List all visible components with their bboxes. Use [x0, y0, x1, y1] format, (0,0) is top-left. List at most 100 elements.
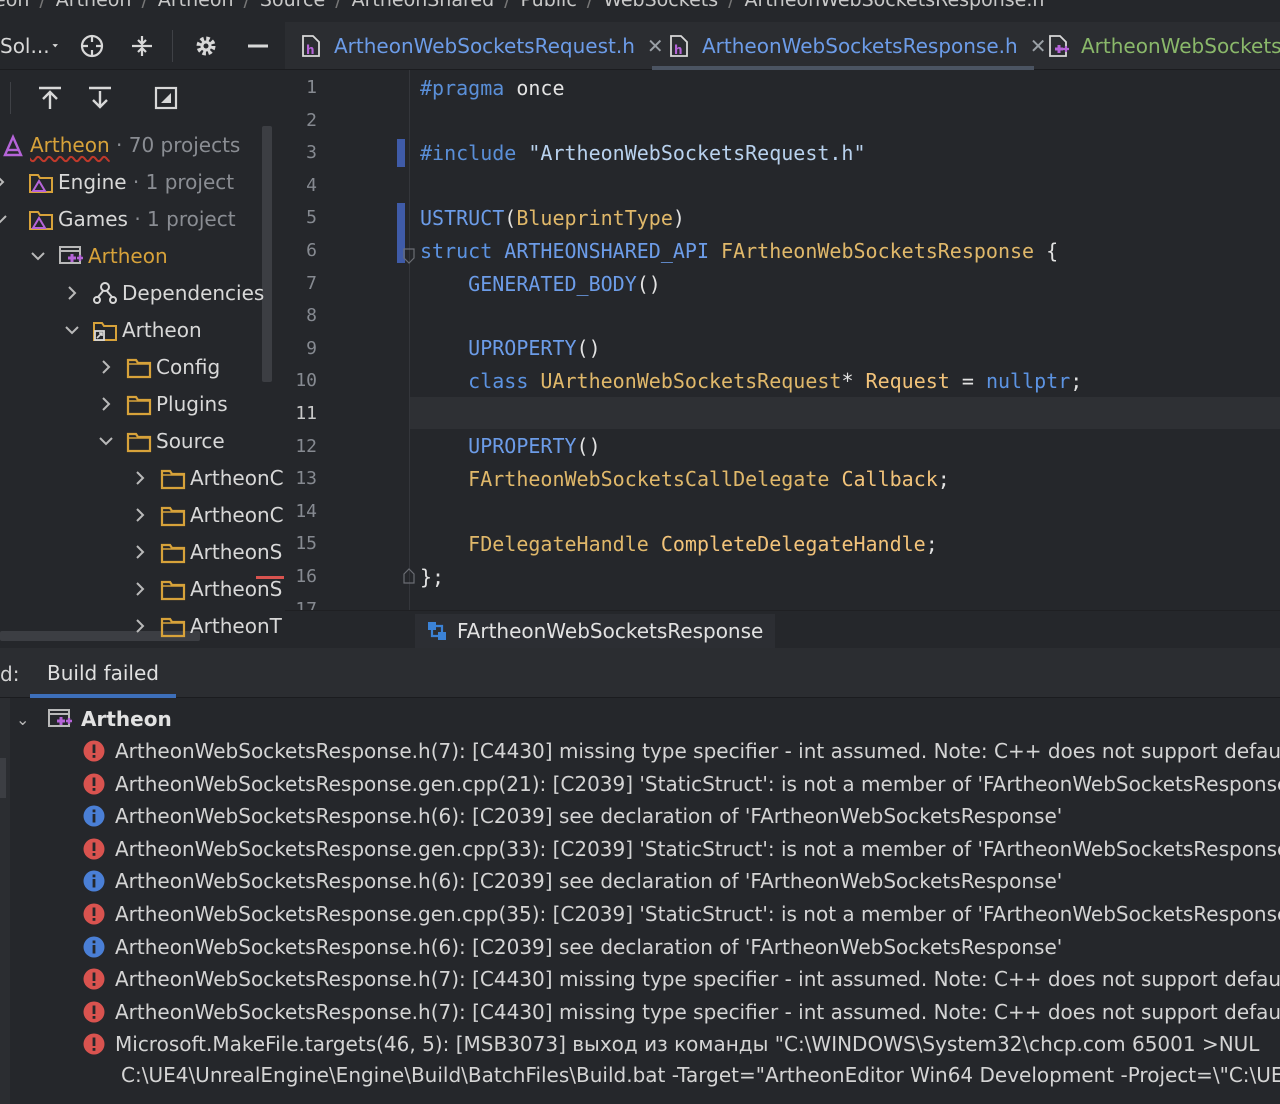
breadcrumb-item[interactable]: Artheon: [56, 0, 132, 11]
line-number: 2: [306, 109, 317, 131]
error-icon: [83, 773, 105, 795]
build-output-tree[interactable]: ⌄ Artheon ArtheonWebSocketsResponse.h(7)…: [0, 698, 1280, 1104]
fold-icon[interactable]: [403, 248, 415, 264]
chevron-right-icon[interactable]: [62, 283, 82, 303]
cpp-project-icon: [58, 243, 84, 269]
tree-item-config[interactable]: Config: [0, 348, 285, 385]
crosshair-icon[interactable]: [76, 30, 108, 62]
header-file-icon: [1047, 34, 1071, 58]
chevron-down-icon[interactable]: ⌄: [16, 710, 29, 729]
collapse-icon[interactable]: [126, 30, 158, 62]
tree-item-plugins[interactable]: Plugins: [0, 385, 285, 422]
tab-artheonwebsocketsrequest-h[interactable]: h ArtheonWebSocketsRequest.h ✕: [300, 22, 664, 69]
breadcrumb-separator: /: [335, 0, 342, 11]
tree-item-label: Plugins: [156, 391, 228, 416]
file-breadcrumb-bar: eon / Artheon / Artheon / Source / ArtheonShared…: [0, 0, 1280, 22]
tree-item-artheonc[interactable]: ArtheonC: [0, 496, 285, 533]
solution-tree[interactable]: Artheon · 70 projects Engine · 1 project G…: [0, 126, 285, 648]
build-message[interactable]: ArtheonWebSocketsResponse.gen.cpp(33): […: [0, 833, 1280, 865]
chevron-right-icon[interactable]: [130, 579, 150, 599]
error-icon: [83, 903, 105, 925]
tree-item-engine[interactable]: Engine · 1 project: [0, 163, 285, 200]
upload-arrow-icon[interactable]: [34, 82, 66, 114]
tab-artheonwebsocketsresponse-h[interactable]: h ArtheonWebSocketsResponse.h ✕: [668, 22, 1047, 69]
chevron-down-icon[interactable]: [96, 431, 116, 451]
build-message-text: ArtheonWebSocketsResponse.h(6): [C2039] …: [115, 804, 1063, 829]
solution-dropdown[interactable]: Sol...: [0, 30, 58, 62]
gear-icon[interactable]: [190, 30, 222, 62]
breadcrumb-item[interactable]: Source: [260, 0, 325, 11]
build-message-text: Microsoft.MakeFile.targets(46, 5): [MSB3…: [115, 1032, 1260, 1057]
tree-item-label: Source: [156, 428, 225, 453]
tree-item-artheons[interactable]: ArtheonS: [0, 533, 285, 570]
chevron-down-icon[interactable]: [28, 246, 48, 266]
minus-icon[interactable]: [242, 30, 274, 62]
tree-item-artheon[interactable]: Artheon: [0, 237, 285, 274]
info-icon: [83, 805, 105, 827]
caret-down-icon: [52, 44, 58, 48]
folder-link-icon: [92, 317, 118, 343]
code-line-5: USTRUCT(BlueprintType): [420, 206, 685, 230]
tab-artheonwebsocketsr[interactable]: ArtheonWebSocketsR: [1047, 22, 1280, 69]
tree-item-label: Artheon: [30, 132, 110, 157]
chevron-down-icon[interactable]: [62, 320, 82, 340]
build-message[interactable]: ArtheonWebSocketsResponse.h(7): [C4430] …: [0, 996, 1280, 1028]
close-icon[interactable]: ✕: [647, 34, 664, 58]
line-number: 13: [295, 468, 317, 490]
build-message[interactable]: ArtheonWebSocketsResponse.gen.cpp(35): […: [0, 898, 1280, 930]
download-arrow-icon[interactable]: [84, 82, 116, 114]
tree-item-artheonc[interactable]: ArtheonC: [0, 459, 285, 496]
code-line-16: };: [420, 565, 445, 589]
build-message[interactable]: Microsoft.MakeFile.targets(46, 5): [MSB3…: [0, 1028, 1280, 1060]
close-icon[interactable]: ✕: [1030, 34, 1047, 58]
build-message-text: ArtheonWebSocketsResponse.h(7): [C4430] …: [115, 999, 1280, 1024]
folder-icon: [160, 539, 186, 565]
chevron-right-icon[interactable]: [96, 357, 116, 377]
tree-item-artheont[interactable]: ArtheonT: [0, 607, 285, 644]
breadcrumb-item[interactable]: ArtheonShared: [352, 0, 495, 11]
breadcrumb-item[interactable]: Public: [521, 0, 577, 11]
tree-item-source[interactable]: Source: [0, 422, 285, 459]
change-marker: [397, 139, 405, 167]
build-root-artheon[interactable]: ⌄ Artheon: [0, 703, 1280, 735]
code-line-7: GENERATED_BODY(): [420, 272, 661, 296]
tree-item-games[interactable]: Games · 1 project: [0, 200, 285, 237]
code-line-6: struct ARTHEONSHARED_API FArtheonWebSock…: [420, 239, 1059, 263]
breadcrumb-item[interactable]: WebSockets: [603, 0, 718, 11]
build-message[interactable]: ArtheonWebSocketsResponse.h(6): [C2039] …: [0, 931, 1280, 963]
folder-icon: [126, 391, 152, 417]
breadcrumb-item[interactable]: Artheon: [158, 0, 234, 11]
tree-item-artheon[interactable]: Artheon · 70 projects: [0, 126, 285, 163]
code-line-3: #include "ArtheonWebSocketsRequest.h": [420, 141, 866, 165]
chevron-right-icon[interactable]: [130, 542, 150, 562]
chevron-right-icon[interactable]: [130, 468, 150, 488]
tree-item-dependencies[interactable]: Dependencies: [0, 274, 285, 311]
build-message-text: ArtheonWebSocketsResponse.gen.cpp(21): […: [115, 771, 1280, 796]
error-icon: [83, 1001, 105, 1023]
chevron-right-icon[interactable]: [130, 616, 150, 636]
fold-end-icon[interactable]: [403, 568, 415, 584]
breadcrumb-item[interactable]: eon: [0, 0, 29, 11]
code-editor[interactable]: 1 2 3 4 5 6 7 8 9 10 11 12 13 14 15 16 17 #pragma once #…: [285, 70, 1280, 610]
code-breadcrumb-item[interactable]: FArtheonWebSocketsResponse: [415, 614, 776, 648]
chevron-right-icon[interactable]: [130, 505, 150, 525]
chevron-right-icon[interactable]: [96, 394, 116, 414]
build-message[interactable]: ArtheonWebSocketsResponse.h(7): [C4430] …: [0, 963, 1280, 995]
svg-text:h: h: [674, 43, 683, 57]
window-icon[interactable]: [150, 82, 182, 114]
tab-build-failed[interactable]: Build failed: [30, 648, 176, 698]
build-message[interactable]: ArtheonWebSocketsResponse.h(6): [C2039] …: [0, 865, 1280, 897]
breadcrumb-separator: /: [504, 0, 511, 11]
tree-item-artheon[interactable]: Artheon: [0, 311, 285, 348]
tree-item-artheons[interactable]: ArtheonS: [0, 570, 285, 607]
chevron-right-icon[interactable]: [0, 172, 10, 192]
breadcrumb-item[interactable]: ArtheonWebSocketsResponse.h: [745, 0, 1045, 11]
tree-item-count: · 1 project: [127, 206, 236, 231]
chevron-down-icon[interactable]: [0, 209, 10, 229]
line-number: 9: [306, 337, 317, 359]
solution-explorer-toolbar: Sol...: [0, 22, 285, 70]
build-message[interactable]: ArtheonWebSocketsResponse.h(6): [C2039] …: [0, 800, 1280, 832]
build-message[interactable]: ArtheonWebSocketsResponse.gen.cpp(21): […: [0, 768, 1280, 800]
tree-item-label: Engine: [58, 169, 127, 194]
build-message[interactable]: ArtheonWebSocketsResponse.h(7): [C4430] …: [0, 735, 1280, 767]
